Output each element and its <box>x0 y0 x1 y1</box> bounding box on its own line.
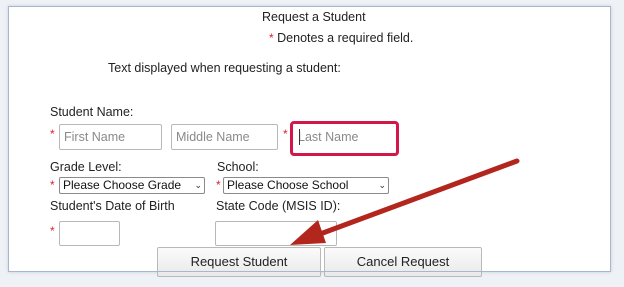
red-arrow-icon <box>290 158 520 245</box>
